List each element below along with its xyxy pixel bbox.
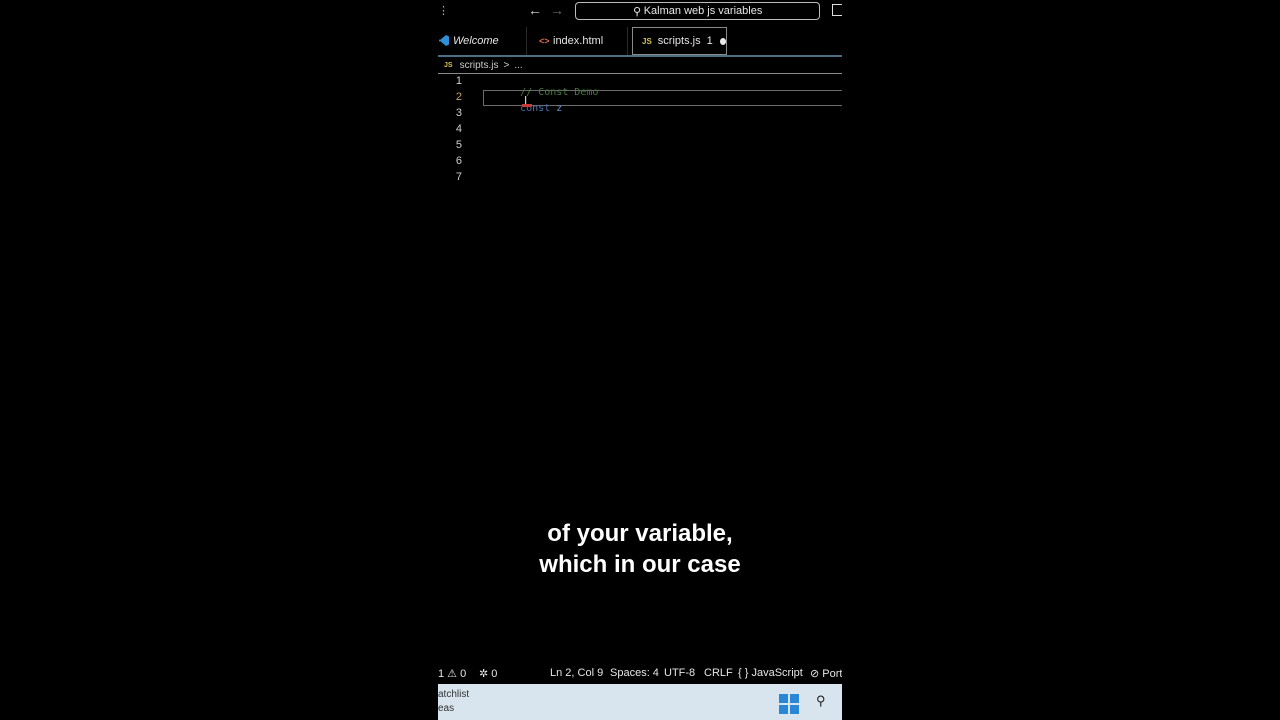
problems-status[interactable]: 1 ⚠ 0 (438, 667, 466, 680)
code-identifier: z (556, 103, 563, 114)
search-icon[interactable]: ⚲ (816, 693, 826, 709)
line-number: 5 (455, 139, 462, 151)
caption-line: of your variable, (547, 520, 733, 547)
js-icon: JS (444, 62, 453, 69)
js-icon: JS (642, 36, 652, 46)
widget-text[interactable]: eas (438, 703, 454, 714)
title-bar: ⋮ ← → ⚲ Kalman web js variables (438, 0, 842, 22)
line-number: 2 (455, 91, 462, 103)
braces-icon: { } (738, 667, 749, 679)
status-bar: 1 ⚠ 0 ✲ 0 Ln 2, Col 9 Spaces: 4 UTF-8 CR… (438, 664, 842, 683)
line-number: 1 (455, 75, 462, 87)
line-number: 7 (455, 171, 462, 183)
line-number: 3 (455, 107, 462, 119)
tab-index-html[interactable]: <> index.html (527, 27, 628, 55)
arrow-left-icon[interactable]: ← (528, 2, 542, 18)
windows-start-icon[interactable] (779, 694, 799, 714)
layout-toggle-icon[interactable] (832, 4, 842, 16)
arrow-right-icon[interactable]: → (550, 2, 564, 18)
tab-welcome[interactable]: Welcome (438, 27, 527, 55)
language-label: JavaScript (751, 667, 803, 679)
menu-icon[interactable]: ⋮ (438, 4, 449, 17)
breadcrumb-more[interactable]: ... (514, 60, 522, 71)
screen-region: ⋮ ← → ⚲ Kalman web js variables Welcome … (438, 0, 842, 720)
line-number: 6 (455, 155, 462, 167)
broadcast-icon: ✲ (479, 668, 489, 680)
indentation-status[interactable]: Spaces: 4 (610, 667, 659, 679)
line-number: 4 (455, 123, 462, 135)
caption-line: which in our case (539, 551, 741, 578)
language-mode[interactable]: { } JavaScript (738, 667, 803, 679)
search-icon: ⚲ (632, 5, 641, 18)
tab-label: Welcome (453, 35, 499, 47)
chevron-right-icon: > (503, 60, 510, 71)
ports-status[interactable]: ✲ 0 (479, 667, 497, 680)
search-text: Kalman web js variables (643, 5, 763, 17)
encoding-status[interactable]: UTF-8 (664, 667, 695, 679)
text-cursor-icon: I (524, 94, 528, 107)
tab-bar: Welcome <> index.html JS scripts.js 1 (438, 27, 842, 57)
html-icon: <> (539, 36, 550, 46)
port-status[interactable]: ⊘ Port (810, 667, 842, 680)
problem-count: 1 (706, 35, 713, 47)
tab-scripts-js[interactable]: JS scripts.js 1 (632, 27, 727, 55)
tab-label: scripts.js (657, 35, 701, 47)
port-label: Port (822, 668, 842, 680)
video-caption: of your variable, which in our case (438, 518, 842, 580)
eol-status[interactable]: CRLF (704, 667, 733, 679)
tab-label: index.html (553, 35, 604, 47)
breadcrumb: JS scripts.js > ... (444, 59, 523, 72)
cursor-position[interactable]: Ln 2, Col 9 (550, 667, 603, 679)
no-entry-icon: ⊘ (810, 668, 820, 680)
widget-text[interactable]: atchlist (438, 689, 469, 700)
code-editor[interactable]: 1 2 3 4 5 6 7 // Const Demo const z I (438, 74, 842, 194)
unsaved-dot-icon[interactable] (719, 37, 726, 45)
vscode-icon (439, 35, 449, 46)
ports-count: 0 (491, 668, 498, 680)
command-center-search[interactable]: ⚲ Kalman web js variables (575, 2, 820, 20)
windows-taskbar: atchlist eas ⚲ (438, 684, 842, 720)
breadcrumb-file[interactable]: scripts.js (460, 60, 499, 71)
